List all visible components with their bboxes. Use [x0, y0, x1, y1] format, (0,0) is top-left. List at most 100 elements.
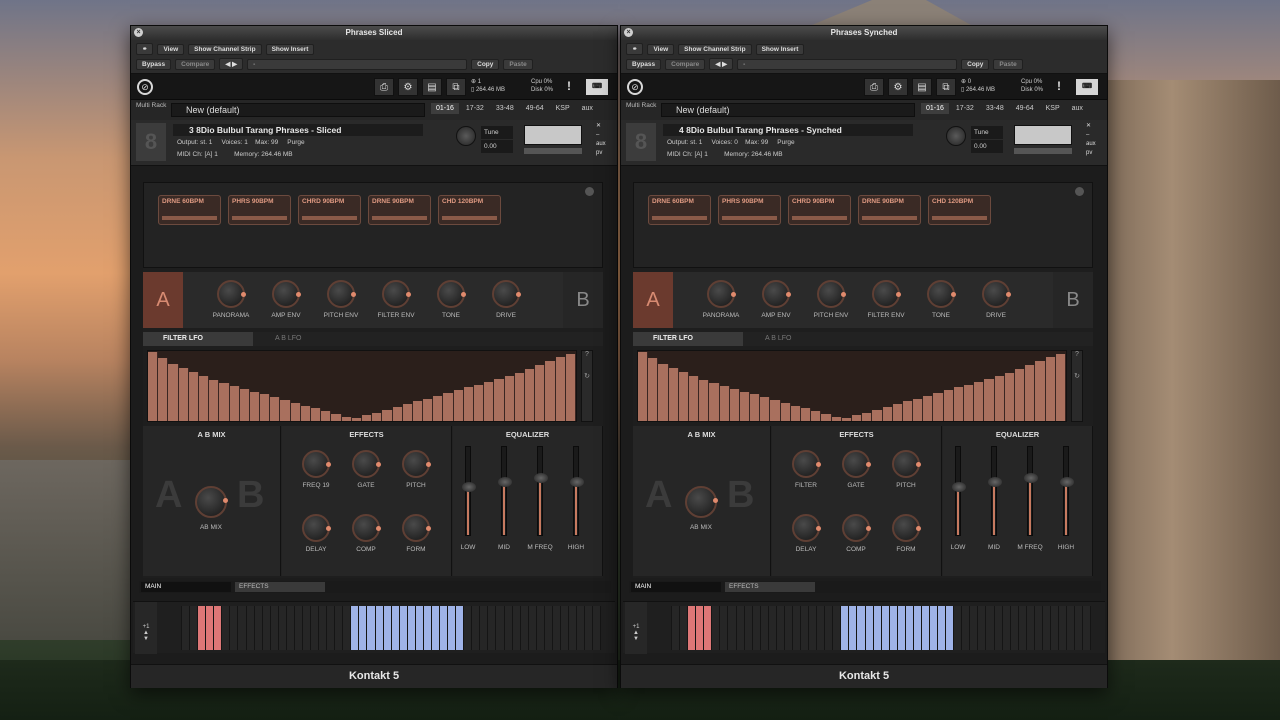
lfo-step-bar[interactable] [392, 407, 403, 421]
tone-knob[interactable] [437, 280, 466, 308]
piano-key[interactable] [343, 606, 351, 650]
b-selector[interactable]: B [1053, 272, 1093, 328]
phrase-slot[interactable]: CHD 120BPM [438, 195, 501, 225]
piano-keyboard[interactable] [181, 606, 601, 650]
piano-key[interactable] [1034, 606, 1042, 650]
keyboard-toggle-icon[interactable]: ⌨ [1076, 79, 1098, 95]
amp-env-knob[interactable] [762, 280, 791, 308]
piano-key[interactable] [294, 606, 302, 650]
lfo-step-bar[interactable] [780, 402, 791, 421]
instrument-name[interactable]: 3 8Dio Bulbul Tarang Phrases - Sliced [173, 124, 423, 136]
lfo-step-bar[interactable] [433, 395, 444, 421]
tune-knob[interactable] [946, 126, 966, 146]
piano-key[interactable] [569, 606, 577, 650]
piano-key[interactable] [1050, 606, 1058, 650]
piano-key[interactable] [881, 606, 889, 650]
panorama-knob[interactable] [217, 280, 246, 308]
preset-dropdown[interactable]: - [247, 58, 468, 70]
lfo-step-bar[interactable] [729, 388, 740, 421]
piano-key[interactable] [994, 606, 1002, 650]
drive-knob[interactable] [982, 280, 1011, 308]
lfo-step-bar[interactable] [260, 394, 271, 421]
lfo-step-bar[interactable] [341, 416, 352, 421]
piano-key[interactable] [327, 606, 335, 650]
pitch-knob[interactable] [402, 450, 431, 478]
piano-key[interactable] [198, 606, 206, 650]
piano-key[interactable] [1083, 606, 1091, 650]
rack-tab[interactable]: 33-48 [491, 103, 519, 114]
multi-rack-name[interactable]: New (default) [661, 103, 915, 117]
pitch-env-knob[interactable] [817, 280, 846, 308]
preset-nav-buttons[interactable]: ◀ ▶ [709, 58, 734, 70]
piano-key[interactable] [577, 606, 585, 650]
lfo-step-bar[interactable] [331, 414, 342, 421]
gate-knob[interactable] [842, 450, 871, 478]
piano-key[interactable] [552, 606, 560, 650]
lfo-step-bar[interactable] [831, 416, 842, 421]
lfo-step-bar[interactable] [862, 412, 873, 421]
link-icon[interactable]: ⚭ [136, 43, 154, 55]
piano-key[interactable] [1059, 606, 1067, 650]
piano-key[interactable] [841, 606, 849, 650]
lfo-step-bar[interactable] [1045, 356, 1056, 421]
piano-key[interactable] [736, 606, 744, 650]
aux-button[interactable]: aux [1067, 103, 1088, 114]
lfo-step-bar[interactable] [351, 418, 362, 421]
tab-effects[interactable]: EFFECTS [235, 582, 325, 592]
delay-knob[interactable] [302, 514, 331, 542]
gear-icon[interactable] [585, 187, 594, 196]
eq-high-slider[interactable] [1060, 446, 1074, 536]
piano-key[interactable] [792, 606, 800, 650]
lfo-step-bar[interactable] [790, 405, 801, 421]
phrase-slot[interactable]: CHD 120BPM [928, 195, 991, 225]
gate-knob[interactable] [352, 450, 381, 478]
compare-button[interactable]: Compare [175, 58, 216, 70]
midi-channel[interactable]: [A] 1 [204, 151, 217, 158]
piano-key[interactable] [857, 606, 865, 650]
piano-key[interactable] [335, 606, 343, 650]
lfo-step-bar[interactable] [453, 390, 464, 421]
lfo-step-bar[interactable] [953, 387, 964, 421]
lfo-step-bar[interactable] [1014, 369, 1026, 421]
lfo-step-bar[interactable] [514, 373, 525, 421]
resize-icon[interactable]: ⧉ [936, 78, 956, 96]
eq-thumb[interactable] [570, 477, 584, 488]
comp-knob[interactable] [842, 514, 871, 542]
volume-slider[interactable] [524, 148, 582, 154]
kontakt-logo-icon[interactable]: ⊘ [627, 79, 643, 95]
warning-icon[interactable]: ! [1057, 79, 1061, 93]
effect-knob-1[interactable] [302, 450, 331, 478]
rack-tab[interactable]: 01-16 [431, 103, 459, 114]
octave-control[interactable]: +1 ▲ ▼ [625, 602, 647, 654]
lfo-step-bar[interactable] [239, 388, 250, 421]
piano-key[interactable] [399, 606, 407, 650]
lfo-step-bar[interactable] [719, 386, 730, 421]
lfo-step-bar[interactable] [249, 391, 261, 421]
piano-key[interactable] [246, 606, 254, 650]
lfo-step-bar[interactable] [209, 380, 220, 421]
tune-knob[interactable] [456, 126, 476, 146]
phrase-slot[interactable]: DRNE 90BPM [858, 195, 921, 225]
comp-knob[interactable] [352, 514, 381, 542]
piano-key[interactable] [704, 606, 712, 650]
tab-main[interactable]: MAIN [631, 582, 721, 592]
lfo-step-bar[interactable] [811, 411, 822, 421]
lfo-step-bar[interactable] [412, 401, 424, 421]
piano-key[interactable] [905, 606, 913, 650]
piano-key[interactable] [222, 606, 230, 650]
piano-key[interactable] [206, 606, 214, 650]
phrase-slot[interactable]: DRNE 60BPM [158, 195, 221, 225]
copy-button[interactable]: Copy [961, 58, 990, 70]
lfo-step-bar[interactable] [443, 393, 454, 421]
lfo-step-bar[interactable] [463, 387, 474, 421]
lfo-step-bar[interactable] [648, 358, 659, 421]
phrase-slot[interactable]: DRNE 60BPM [648, 195, 711, 225]
lfo-step-bar[interactable] [964, 384, 975, 421]
piano-key[interactable] [415, 606, 423, 650]
piano-key[interactable] [431, 606, 439, 650]
rack-tab[interactable]: 49-64 [1011, 103, 1039, 114]
eq-mid-slider[interactable] [988, 446, 1002, 536]
lfo-step-bar[interactable] [280, 400, 291, 421]
lfo-step-bar[interactable] [892, 404, 903, 421]
lfo-step-bar[interactable] [311, 408, 322, 421]
